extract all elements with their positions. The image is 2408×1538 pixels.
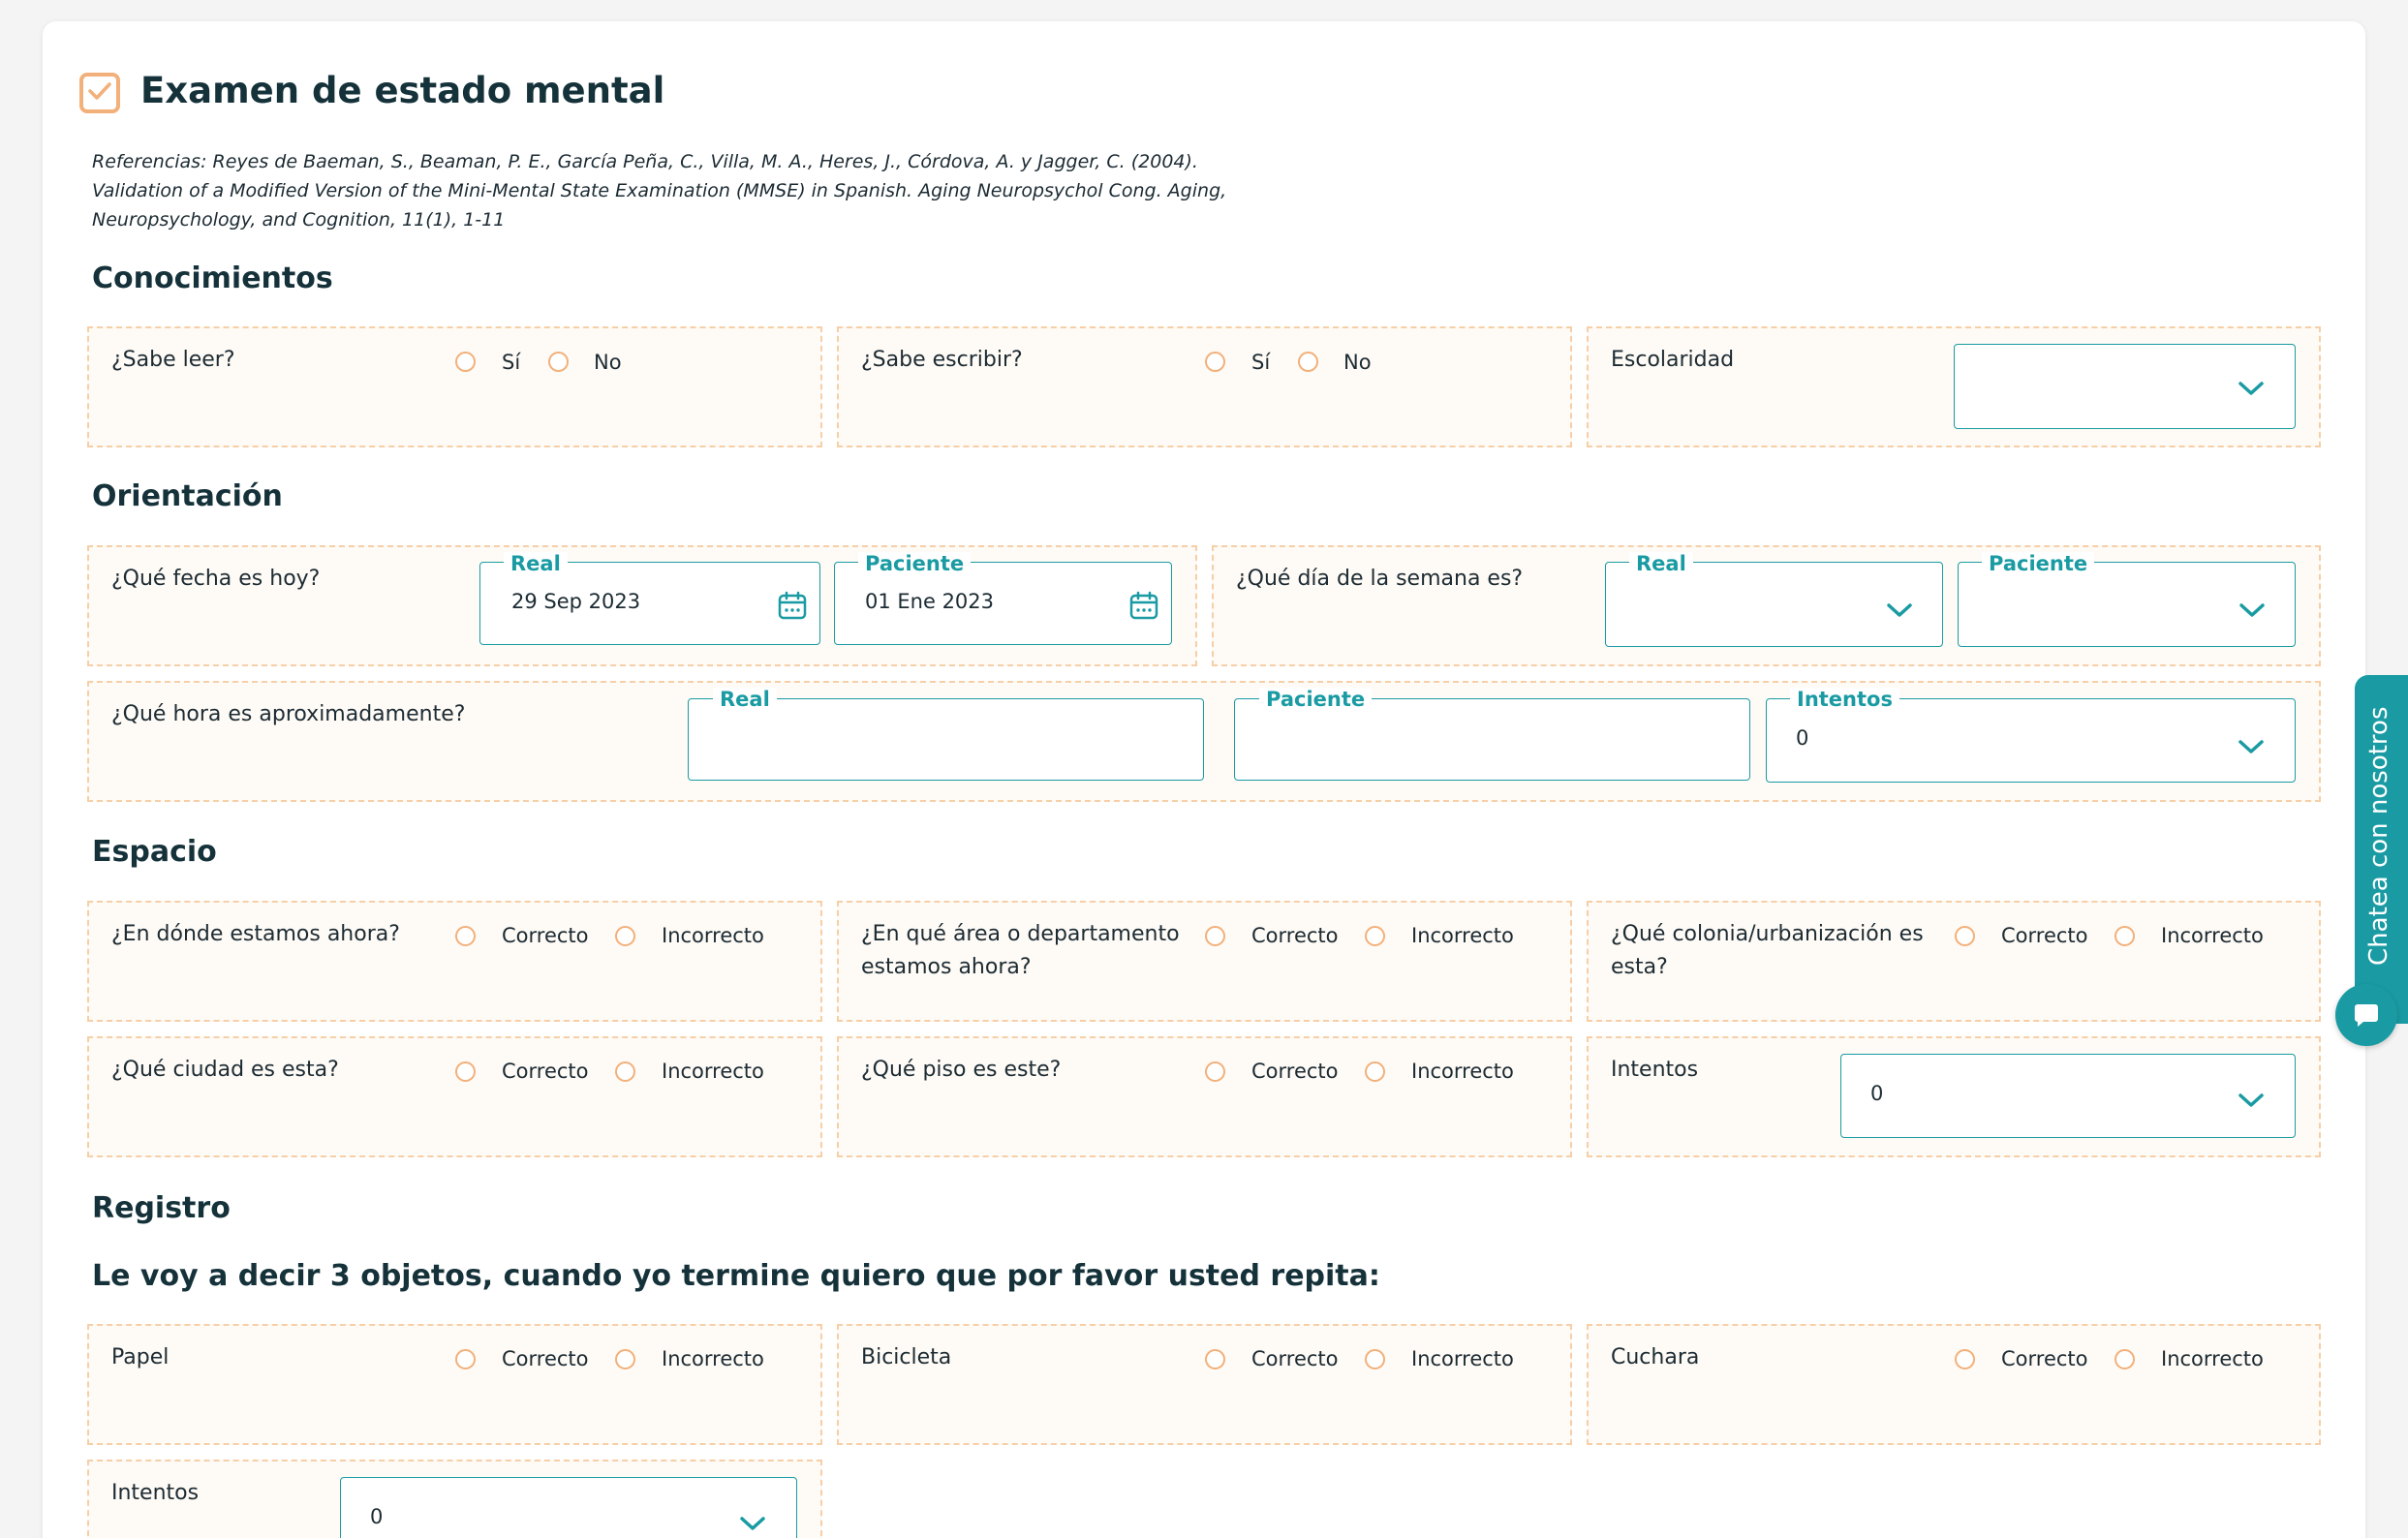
question-label: ¿Qué día de la semana es? bbox=[1236, 567, 1524, 591]
question-label: ¿Qué fecha es hoy? bbox=[111, 567, 321, 591]
radio-label: Correcto bbox=[1251, 1060, 1339, 1083]
chevron-down-icon bbox=[2238, 740, 2264, 754]
question-label: ¿Qué piso es este? bbox=[861, 1058, 1062, 1082]
radio-incorrecto[interactable] bbox=[2115, 926, 2135, 946]
reference-line: Neuropsychology, and Cognition, 11(1), 1… bbox=[92, 209, 506, 231]
radio-label: Incorrecto bbox=[2161, 1347, 2264, 1370]
chevron-down-icon bbox=[2238, 1093, 2264, 1107]
input-value: 01 Ene 2023 bbox=[865, 590, 995, 613]
espacio-intentos-select[interactable]: 0 bbox=[1840, 1054, 2296, 1138]
radio-no[interactable] bbox=[1298, 352, 1318, 372]
radio-label: Correcto bbox=[2001, 1347, 2088, 1370]
field-label-real: Real bbox=[504, 552, 568, 575]
page-title: Examen de estado mental bbox=[140, 70, 665, 111]
calendar-icon[interactable] bbox=[1128, 590, 1159, 621]
radio-label: Sí bbox=[1251, 351, 1271, 374]
section-title-espacio: Espacio bbox=[92, 835, 217, 869]
checkbox-icon bbox=[79, 73, 120, 113]
field-label-real: Real bbox=[713, 688, 777, 711]
radio-label: Correcto bbox=[1251, 1347, 1339, 1370]
registro-instruction: Le voy a decir 3 objetos, cuando yo term… bbox=[92, 1259, 1380, 1293]
radio-label: No bbox=[1343, 351, 1372, 374]
radio-incorrecto[interactable] bbox=[1365, 1349, 1385, 1369]
question-label-line: ¿Qué colonia/urbanización es bbox=[1611, 922, 1924, 946]
radio-si[interactable] bbox=[455, 352, 476, 372]
radio-label: Correcto bbox=[1251, 924, 1339, 947]
question-label: ¿Qué hora es aproximadamente? bbox=[111, 702, 466, 726]
radio-correcto[interactable] bbox=[1205, 1349, 1225, 1369]
radio-correcto[interactable] bbox=[455, 1349, 476, 1369]
radio-correcto[interactable] bbox=[455, 1061, 476, 1082]
radio-label: Incorrecto bbox=[1411, 1060, 1514, 1083]
radio-label: Incorrecto bbox=[662, 1347, 764, 1370]
registro-intentos-select[interactable]: 0 bbox=[340, 1477, 797, 1538]
question-label-line: esta? bbox=[1611, 955, 1668, 979]
radio-correcto[interactable] bbox=[1955, 926, 1975, 946]
question-label: ¿Qué colonia/urbanización es esta? bbox=[1611, 918, 1924, 984]
select-value: 0 bbox=[1796, 726, 1809, 750]
radio-label: Incorrecto bbox=[1411, 1347, 1514, 1370]
field-label-paciente: Paciente bbox=[858, 552, 972, 575]
radio-no[interactable] bbox=[548, 352, 569, 372]
question-label-line: ¿En qué área o departamento bbox=[861, 922, 1180, 946]
radio-label: Correcto bbox=[2001, 924, 2088, 947]
reference-line: Validation of a Modified Version of the … bbox=[92, 180, 1227, 201]
radio-label: Correcto bbox=[502, 1060, 589, 1083]
calendar-icon[interactable] bbox=[777, 590, 808, 621]
radio-incorrecto[interactable] bbox=[615, 926, 635, 946]
chat-button[interactable] bbox=[2335, 984, 2397, 1046]
question-label: Intentos bbox=[111, 1481, 200, 1505]
question-label: Escolaridad bbox=[1611, 348, 1735, 372]
radio-incorrecto[interactable] bbox=[1365, 1061, 1385, 1082]
chevron-down-icon bbox=[2238, 382, 2264, 395]
radio-correcto[interactable] bbox=[1205, 926, 1225, 946]
question-label: ¿Sabe leer? bbox=[111, 348, 235, 372]
question-label: ¿Qué ciudad es esta? bbox=[111, 1058, 339, 1082]
radio-label: Correcto bbox=[502, 1347, 589, 1370]
chat-tab-label[interactable]: Chatea con nosotros bbox=[2364, 706, 2393, 966]
chevron-down-icon bbox=[2239, 603, 2265, 617]
question-label: Bicicleta bbox=[861, 1345, 952, 1369]
radio-incorrecto[interactable] bbox=[1365, 926, 1385, 946]
question-label: ¿En dónde estamos ahora? bbox=[111, 922, 400, 946]
question-label: ¿Sabe escribir? bbox=[861, 348, 1023, 372]
chevron-down-icon bbox=[740, 1517, 765, 1530]
field-label-real: Real bbox=[1629, 552, 1693, 575]
radio-label: Incorrecto bbox=[662, 1060, 764, 1083]
radio-incorrecto[interactable] bbox=[2115, 1349, 2135, 1369]
radio-si[interactable] bbox=[1205, 352, 1225, 372]
radio-label: Sí bbox=[502, 351, 521, 374]
question-label: Cuchara bbox=[1611, 1345, 1700, 1369]
question-label: Intentos bbox=[1611, 1058, 1699, 1082]
chat-bubble-icon bbox=[2355, 1004, 2378, 1027]
radio-label: No bbox=[594, 351, 622, 374]
radio-correcto[interactable] bbox=[1205, 1061, 1225, 1082]
reference-line: Referencias: Reyes de Baeman, S., Beaman… bbox=[92, 151, 1198, 172]
select-value: 0 bbox=[370, 1505, 384, 1528]
section-title-orientacion: Orientación bbox=[92, 479, 283, 513]
escolaridad-select[interactable] bbox=[1954, 344, 2296, 429]
radio-incorrecto[interactable] bbox=[615, 1061, 635, 1082]
section-title-registro: Registro bbox=[92, 1191, 231, 1225]
radio-label: Incorrecto bbox=[1411, 924, 1514, 947]
hora-intentos-select[interactable]: 0 bbox=[1766, 698, 2296, 783]
select-value: 0 bbox=[1870, 1082, 1884, 1105]
input-value: 29 Sep 2023 bbox=[511, 590, 641, 613]
question-papel bbox=[87, 1324, 822, 1445]
field-label-paciente: Paciente bbox=[1982, 552, 2095, 575]
radio-correcto[interactable] bbox=[455, 926, 476, 946]
section-title-conocimientos: Conocimientos bbox=[92, 261, 333, 295]
radio-label: Correcto bbox=[502, 924, 589, 947]
field-label-intentos: Intentos bbox=[1790, 688, 1899, 711]
field-label-paciente: Paciente bbox=[1259, 688, 1373, 711]
radio-label: Incorrecto bbox=[2161, 924, 2264, 947]
references: Referencias: Reyes de Baeman, S., Beaman… bbox=[92, 147, 1226, 234]
question-label: Papel bbox=[111, 1345, 170, 1369]
radio-incorrecto[interactable] bbox=[615, 1349, 635, 1369]
radio-label: Incorrecto bbox=[662, 924, 764, 947]
question-label: ¿En qué área o departamento estamos ahor… bbox=[861, 918, 1180, 984]
question-label-line: estamos ahora? bbox=[861, 955, 1032, 979]
chevron-down-icon bbox=[1887, 603, 1912, 617]
radio-correcto[interactable] bbox=[1955, 1349, 1975, 1369]
